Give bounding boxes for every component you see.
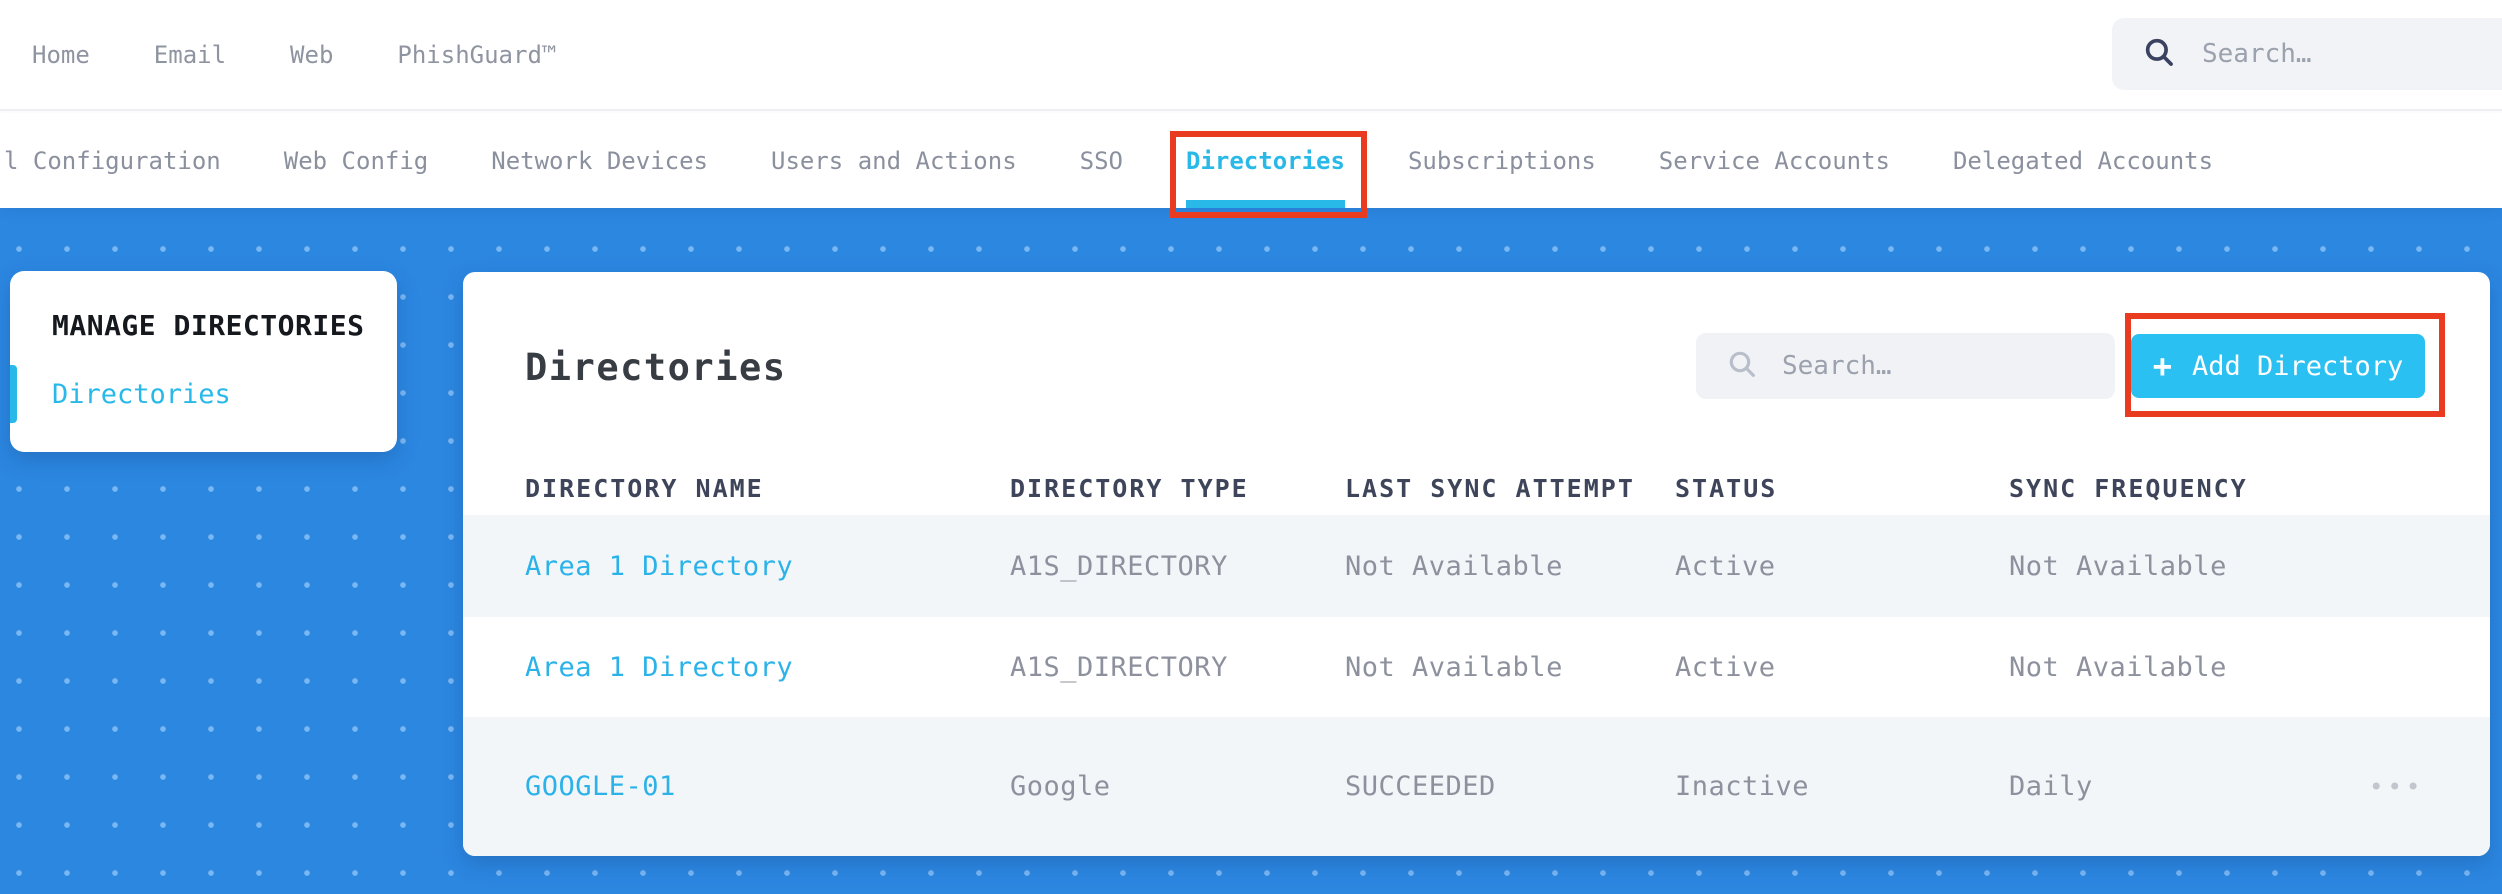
page-background: MANAGE DIRECTORIES Directories Directori… (0, 208, 2502, 894)
settings-sub-nav: l Configuration Web Config Network Devic… (0, 113, 2502, 208)
directory-type-cell: Google (1010, 771, 1111, 802)
directory-type-cell: A1S_DIRECTORY (1010, 550, 1228, 582)
status-cell: Active (1675, 550, 1776, 582)
last-sync-cell: SUCCEEDED (1345, 771, 1496, 802)
directories-card: Directories + Add Directory DIRECTORY NA… (463, 272, 2490, 856)
sidebar-item-directories[interactable]: Directories (52, 379, 231, 410)
column-header-directory-name: DIRECTORY NAME (525, 473, 764, 503)
app-window: Home Email Web PhishGuard™ l Configurati… (0, 0, 2502, 894)
last-sync-cell: Not Available (1345, 550, 1563, 582)
directory-name-link[interactable]: Area 1 Directory (525, 652, 1010, 683)
search-icon (2142, 35, 2176, 73)
top-nav-email[interactable]: Email (154, 41, 226, 69)
directories-search-box[interactable] (1696, 333, 2115, 399)
sidebar-panel-title: MANAGE DIRECTORIES (52, 309, 365, 342)
global-search-input[interactable] (2202, 39, 2502, 69)
column-header-last-sync-attempt: LAST SYNC ATTEMPT (1345, 473, 1635, 503)
sub-nav-network-devices[interactable]: Network Devices (491, 113, 708, 208)
sync-frequency-cell: Daily (2009, 771, 2093, 802)
sub-nav-directories[interactable]: Directories (1186, 113, 1345, 208)
top-nav: Home Email Web PhishGuard™ (0, 0, 2502, 111)
global-search-box[interactable] (2112, 18, 2502, 90)
sub-nav-web-config[interactable]: Web Config (284, 113, 429, 208)
top-nav-home[interactable]: Home (32, 41, 90, 69)
add-directory-button-label: Add Directory (2191, 350, 2404, 382)
sidebar-active-indicator (10, 365, 17, 423)
manage-directories-panel: MANAGE DIRECTORIES Directories (10, 271, 397, 452)
plus-icon: + (2152, 347, 2172, 385)
top-nav-phishguard[interactable]: PhishGuard™ (397, 41, 556, 69)
column-header-sync-frequency: SYNC FREQUENCY (2009, 473, 2248, 503)
sync-frequency-cell: Not Available (2009, 550, 2227, 582)
page-title: Directories (525, 346, 787, 389)
sub-nav-email-configuration[interactable]: l Configuration (4, 113, 221, 208)
add-directory-button[interactable]: + Add Directory (2131, 334, 2425, 398)
sub-nav-subscriptions[interactable]: Subscriptions (1408, 113, 1596, 208)
column-header-status: STATUS (1675, 473, 1778, 503)
status-cell: Inactive (1675, 771, 1810, 802)
status-cell: Active (1675, 651, 1776, 683)
sub-nav-users-and-actions[interactable]: Users and Actions (771, 113, 1017, 208)
row-actions-menu-icon[interactable]: ••• (2363, 773, 2428, 801)
table-header-row: DIRECTORY NAME DIRECTORY TYPE LAST SYNC … (463, 467, 2490, 509)
table-row: Area 1 Directory A1S_DIRECTORY Not Avail… (463, 617, 2490, 717)
column-header-directory-type: DIRECTORY TYPE (1010, 473, 1249, 503)
directory-name-link[interactable]: Area 1 Directory (525, 551, 1010, 582)
last-sync-cell: Not Available (1345, 651, 1563, 683)
sub-nav-service-accounts[interactable]: Service Accounts (1659, 113, 1890, 208)
directory-type-cell: A1S_DIRECTORY (1010, 651, 1228, 683)
directories-search-input[interactable] (1782, 351, 2095, 381)
table-row: Area 1 Directory A1S_DIRECTORY Not Avail… (463, 515, 2490, 617)
table-row: GOOGLE-01 Google SUCCEEDED Inactive Dail… (463, 717, 2490, 856)
directory-name-link[interactable]: GOOGLE-01 (525, 771, 1010, 802)
sub-nav-sso[interactable]: SSO (1080, 113, 1123, 208)
search-icon (1726, 348, 1758, 384)
sub-nav-delegated-accounts[interactable]: Delegated Accounts (1953, 113, 2213, 208)
sync-frequency-cell: Not Available (2009, 651, 2227, 683)
top-nav-web[interactable]: Web (290, 41, 333, 69)
